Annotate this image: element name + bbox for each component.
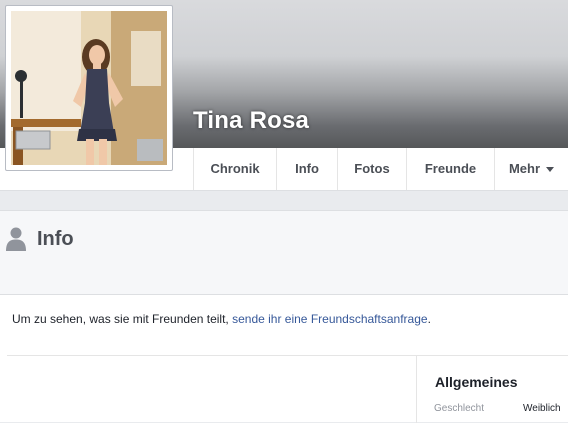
- column-divider: [416, 356, 417, 423]
- notice-suffix: .: [427, 312, 431, 326]
- tab-label: Chronik: [210, 161, 260, 176]
- person-icon: [6, 227, 26, 251]
- tab-label: Fotos: [354, 161, 390, 176]
- info-header: Info: [0, 211, 568, 295]
- friend-request-link[interactable]: sende ihr eine Freundschaftsanfrage: [232, 312, 427, 326]
- tab-chronik[interactable]: Chronik: [193, 148, 276, 190]
- tab-label: Info: [295, 161, 319, 176]
- tab-label: Mehr: [508, 161, 541, 176]
- tab-label: Freunde: [424, 161, 477, 176]
- chevron-down-icon: [546, 167, 555, 173]
- divider: [7, 355, 568, 356]
- tab-info[interactable]: Info: [276, 148, 337, 190]
- profile-photo-image: [11, 11, 167, 165]
- friend-request-notice: Um zu sehen, was sie mit Freunden teilt,…: [12, 312, 431, 326]
- tab-freunde[interactable]: Freunde: [406, 148, 494, 190]
- notice-text: Um zu sehen, was sie mit Freunden teilt,: [12, 312, 233, 326]
- info-section: Info Um zu sehen, was sie mit Freunden t…: [0, 210, 568, 423]
- profile-picture[interactable]: [5, 5, 173, 171]
- profile-name[interactable]: Tina Rosa: [193, 107, 309, 135]
- gender-value: Weiblich: [523, 403, 561, 414]
- tab-mehr[interactable]: Mehr: [494, 148, 568, 190]
- general-section-title: Allgemeines: [435, 374, 518, 390]
- tab-fotos[interactable]: Fotos: [337, 148, 406, 190]
- section-title: Info: [37, 228, 74, 250]
- gender-label: Geschlecht: [434, 403, 485, 414]
